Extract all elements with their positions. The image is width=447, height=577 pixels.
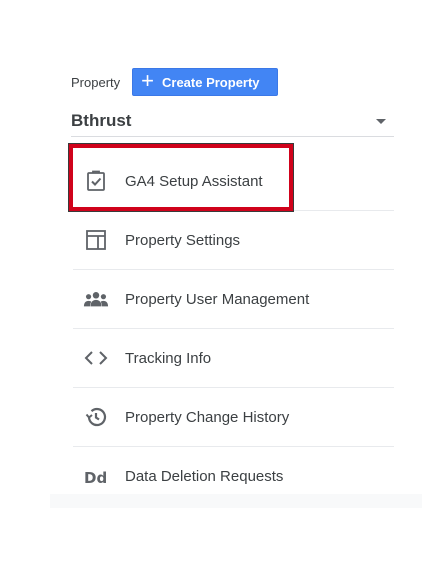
menu-item-label: Tracking Info xyxy=(125,349,212,367)
menu-item-property-user-management[interactable]: Property User Management xyxy=(73,270,394,329)
dropdown-caret-icon xyxy=(376,118,386,124)
menu-item-data-deletion-requests[interactable]: Dd Data Deletion Requests xyxy=(73,447,394,506)
property-menu: GA4 Setup Assistant Property Settings Pr… xyxy=(73,152,394,506)
menu-item-tracking-info[interactable]: Tracking Info xyxy=(73,329,394,388)
layout-icon xyxy=(83,227,109,253)
create-property-label: Create Property xyxy=(162,74,260,90)
menu-item-label: Data Deletion Requests xyxy=(125,468,284,485)
menu-item-label: Property Change History xyxy=(125,408,290,426)
svg-text:Dd: Dd xyxy=(84,469,107,487)
clipboard-check-icon xyxy=(83,168,109,194)
dd-icon: Dd xyxy=(83,464,109,490)
menu-item-property-change-history[interactable]: Property Change History xyxy=(73,388,394,447)
property-selector[interactable]: Bthrust xyxy=(71,106,394,137)
plus-icon: + xyxy=(141,68,154,93)
selected-property-name: Bthrust xyxy=(71,111,132,130)
create-property-button[interactable]: + Create Property xyxy=(132,68,279,96)
menu-item-ga4-setup-assistant[interactable]: GA4 Setup Assistant xyxy=(73,152,394,211)
property-header: Property + Create Property xyxy=(71,68,279,96)
menu-item-label: Property Settings xyxy=(125,231,241,249)
menu-item-property-settings[interactable]: Property Settings xyxy=(73,211,394,270)
history-icon xyxy=(83,404,109,430)
people-icon xyxy=(83,286,109,312)
code-icon xyxy=(83,345,109,371)
menu-item-label: Property User Management xyxy=(125,290,310,308)
property-label: Property xyxy=(71,74,121,90)
menu-item-label: GA4 Setup Assistant xyxy=(125,172,263,190)
